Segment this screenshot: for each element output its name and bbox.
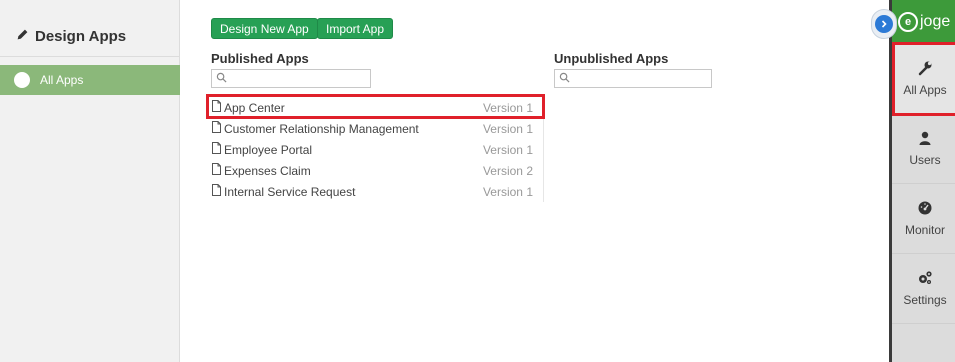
search-icon [216,72,227,86]
published-apps-heading: Published Apps [211,51,309,66]
nav-monitor[interactable]: Monitor [892,184,955,254]
unpublished-apps-heading: Unpublished Apps [554,51,669,66]
app-version: Version 1 [482,142,533,157]
sidebar-divider [0,56,180,57]
circle-icon [14,72,30,88]
app-name: Customer Relationship Management [224,121,419,136]
gears-icon [917,270,933,289]
sidebar: Design Apps All Apps [0,0,180,362]
import-app-button[interactable]: Import App [317,18,394,39]
app-row-employee-portal[interactable]: Employee Portal Version 1 [211,139,543,160]
nav-label: Users [909,153,941,167]
wrench-icon [917,60,933,79]
published-app-list: App Center Version 1 Customer Relationsh… [211,97,544,202]
app-version: Version 2 [482,163,533,178]
app-version: Version 1 [482,100,533,115]
logo-mark-icon: e [898,12,918,32]
file-icon [211,100,222,115]
published-search-input[interactable] [211,69,371,88]
file-icon [211,121,222,136]
app-version: Version 1 [482,121,533,136]
sidebar-title-label: Design Apps [35,28,127,45]
app-row-crm[interactable]: Customer Relationship Management Version… [211,118,543,139]
app-row-app-center[interactable]: App Center Version 1 [211,97,543,118]
app-row-expenses-claim[interactable]: Expenses Claim Version 2 [211,160,543,181]
sidebar-item-label: All Apps [40,73,84,87]
sidebar-title: Design Apps [16,28,126,45]
chevron-right-icon [875,15,893,33]
nav-label: All Apps [903,83,947,97]
app-name: Internal Service Request [224,184,356,199]
nav-settings[interactable]: Settings [892,254,955,324]
logo-text: joge [920,13,951,30]
collapse-panel-button[interactable] [871,9,897,39]
logo: e joge [892,0,955,44]
file-icon [211,184,222,199]
nav-label: Monitor [904,223,945,237]
right-nav-panel: e joge All Apps Users Monitor Settings [889,0,955,362]
nav-all-apps[interactable]: All Apps [892,44,955,114]
app-name: App Center [224,100,285,115]
app-name: Expenses Claim [224,163,311,178]
search-icon [559,72,570,86]
app-version: Version 1 [482,184,533,199]
unpublished-search-input[interactable] [554,69,712,88]
nav-label: Settings [903,293,947,307]
user-icon [917,130,933,149]
dashboard-icon [917,200,933,219]
file-icon [211,163,222,178]
app-name: Employee Portal [224,142,313,157]
nav-users[interactable]: Users [892,114,955,184]
design-new-app-button[interactable]: Design New App [211,18,318,39]
pencil-icon [16,28,29,45]
sidebar-item-all-apps[interactable]: All Apps [0,65,180,95]
file-icon [211,142,222,157]
app-row-internal-service-request[interactable]: Internal Service Request Version 1 [211,181,543,202]
